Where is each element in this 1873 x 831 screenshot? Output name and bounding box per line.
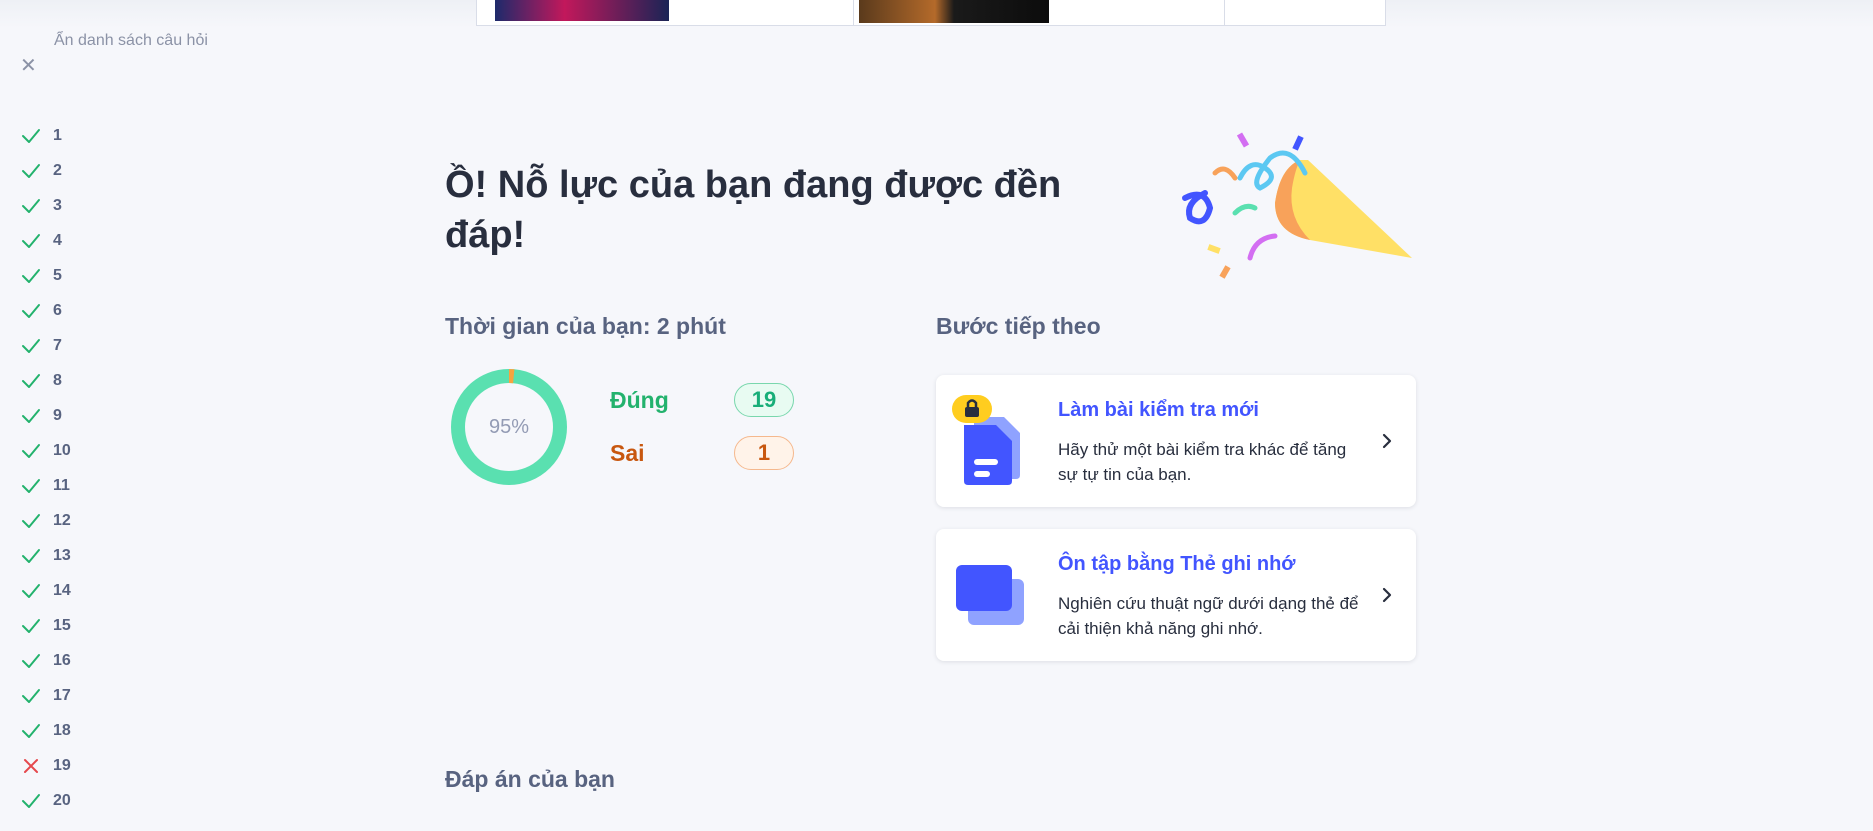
check-icon (20, 650, 42, 672)
check-icon (20, 545, 42, 567)
check-icon (20, 195, 42, 217)
check-icon (20, 125, 42, 147)
question-item-15[interactable]: 15 (20, 608, 71, 643)
question-number: 12 (53, 511, 71, 529)
question-number: 15 (53, 616, 71, 634)
time-taken: Thời gian của bạn: 2 phút (445, 313, 726, 339)
check-icon (20, 510, 42, 532)
check-icon (20, 720, 42, 742)
check-icon (20, 580, 42, 602)
question-item-12[interactable]: 12 (20, 503, 71, 538)
term-image-strip (476, 0, 1386, 26)
chevron-right-icon (1382, 587, 1392, 603)
question-item-13[interactable]: 13 (20, 538, 71, 573)
new-test-card[interactable]: Làm bài kiểm tra mới Hãy thử một bài kiể… (936, 375, 1416, 507)
check-icon (20, 300, 42, 322)
question-number: 14 (53, 581, 71, 599)
question-list: 1 2 3 4 5 6 7 8 9 10 11 12 13 14 15 16 17 18 19 20 (20, 118, 71, 818)
party-popper-icon (1182, 132, 1412, 279)
flashcards-description: Nghiên cứu thuật ngữ dưới dạng thẻ để cả… (1058, 594, 1359, 638)
question-item-20[interactable]: 20 (20, 783, 71, 818)
correct-count-badge: 19 (734, 383, 794, 417)
question-number: 7 (53, 336, 62, 354)
check-icon (20, 685, 42, 707)
question-number: 11 (53, 476, 70, 494)
check-icon (20, 405, 42, 427)
close-icon: ✕ (20, 55, 37, 77)
correct-label: Đúng (610, 387, 669, 413)
question-number: 19 (53, 756, 71, 774)
question-item-4[interactable]: 4 (20, 223, 71, 258)
check-icon (20, 440, 42, 462)
question-item-1[interactable]: 1 (20, 118, 71, 153)
wrong-count-badge: 1 (734, 436, 794, 470)
question-item-5[interactable]: 5 (20, 258, 71, 293)
check-icon (20, 265, 42, 287)
hide-question-list-label: Ẩn danh sách câu hỏi (54, 32, 208, 49)
question-number: 18 (53, 721, 71, 739)
question-item-10[interactable]: 10 (20, 433, 71, 468)
new-test-title: Làm bài kiểm tra mới (1058, 399, 1259, 421)
divider (1224, 0, 1225, 26)
term-image-1 (495, 0, 669, 21)
question-number: 1 (53, 126, 62, 144)
your-answers-title: Đáp án của bạn (445, 766, 615, 792)
hide-question-list-button[interactable]: ✕ Ẩn danh sách câu hỏi (20, 28, 214, 76)
question-number: 2 (53, 161, 62, 179)
check-icon (20, 370, 42, 392)
question-number: 10 (53, 441, 71, 459)
question-item-3[interactable]: 3 (20, 188, 71, 223)
question-number: 13 (53, 546, 71, 564)
check-icon (20, 335, 42, 357)
question-item-19[interactable]: 19 (20, 748, 71, 783)
question-item-11[interactable]: 11 (20, 468, 71, 503)
wrong-label: Sai (610, 440, 645, 466)
check-icon (20, 230, 42, 252)
question-number: 17 (53, 686, 71, 704)
flashcards-icon (956, 565, 1024, 625)
question-item-6[interactable]: 6 (20, 293, 71, 328)
question-item-17[interactable]: 17 (20, 678, 71, 713)
locked-document-icon (952, 395, 1020, 485)
question-number: 3 (53, 196, 62, 214)
question-number: 9 (53, 406, 62, 424)
question-item-18[interactable]: 18 (20, 713, 71, 748)
question-number: 20 (53, 791, 71, 809)
question-number: 5 (53, 266, 62, 284)
question-item-9[interactable]: 9 (20, 398, 71, 433)
page-title: Ồ! Nỗ lực của bạn đang được đền đáp! (445, 164, 1062, 256)
question-item-16[interactable]: 16 (20, 643, 71, 678)
score-percent: 95% (488, 415, 530, 438)
flashcards-card[interactable]: Ôn tập bằng Thẻ ghi nhớ Nghiên cứu thuật… (936, 529, 1416, 661)
question-number: 4 (53, 231, 62, 249)
question-number: 6 (53, 301, 62, 319)
check-icon (20, 615, 42, 637)
new-test-description: Hãy thử một bài kiểm tra khác để tăng sự… (1058, 440, 1347, 484)
check-icon (20, 160, 42, 182)
divider (853, 0, 854, 26)
check-icon (20, 790, 42, 812)
question-item-14[interactable]: 14 (20, 573, 71, 608)
question-item-2[interactable]: 2 (20, 153, 71, 188)
term-image-2 (859, 0, 1049, 23)
question-number: 8 (53, 371, 62, 389)
chevron-right-icon (1382, 433, 1392, 449)
cross-icon (20, 755, 42, 777)
check-icon (20, 475, 42, 497)
question-item-8[interactable]: 8 (20, 363, 71, 398)
flashcards-title: Ôn tập bằng Thẻ ghi nhớ (1058, 553, 1296, 575)
question-number: 16 (53, 651, 71, 669)
question-item-7[interactable]: 7 (20, 328, 71, 363)
next-steps-title: Bước tiếp theo (936, 313, 1101, 339)
